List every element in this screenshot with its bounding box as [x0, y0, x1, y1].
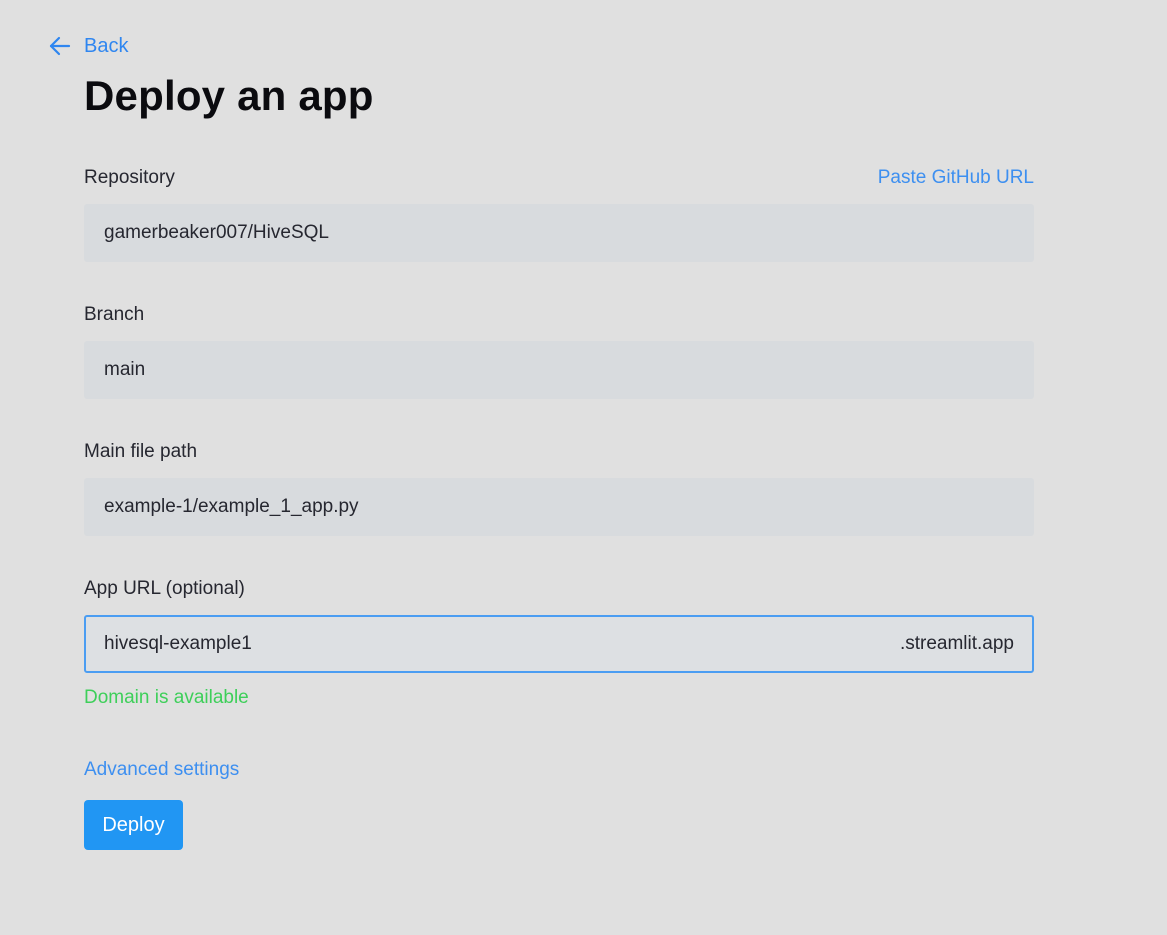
app-url-value: hivesql-example1	[104, 633, 252, 654]
repository-value: gamerbeaker007/HiveSQL	[104, 222, 329, 243]
main-file-input[interactable]: example-1/example_1_app.py	[84, 478, 1034, 536]
back-link[interactable]: Back	[48, 32, 128, 60]
main-file-label: Main file path	[84, 441, 198, 462]
branch-label-row: Branch	[84, 297, 1034, 333]
main-file-field-group: Main file path example-1/example_1_app.p…	[84, 434, 1034, 536]
branch-label: Branch	[84, 304, 145, 325]
paste-github-url-link[interactable]: Paste GitHub URL	[878, 167, 1034, 189]
main-file-value: example-1/example_1_app.py	[104, 496, 359, 517]
branch-value: main	[104, 359, 146, 380]
repository-field-group: Repository Paste GitHub URL gamerbeaker0…	[84, 160, 1034, 262]
app-url-label-row: App URL (optional)	[84, 571, 1034, 607]
app-url-input[interactable]: hivesql-example1 .streamlit.app	[84, 615, 1034, 673]
page-title: Deploy an app	[84, 72, 374, 119]
repository-label-row: Repository Paste GitHub URL	[84, 160, 1034, 196]
deploy-button[interactable]: Deploy	[84, 800, 183, 850]
repository-input[interactable]: gamerbeaker007/HiveSQL	[84, 204, 1034, 262]
repository-label: Repository	[84, 167, 175, 188]
branch-input[interactable]: main	[84, 341, 1034, 399]
arrow-left-icon	[48, 34, 72, 58]
advanced-settings-link[interactable]: Advanced settings	[84, 759, 239, 781]
back-label: Back	[84, 34, 129, 57]
app-url-field-group: App URL (optional) hivesql-example1 .str…	[84, 571, 1034, 673]
app-url-suffix: .streamlit.app	[899, 633, 1014, 654]
main-file-label-row: Main file path	[84, 434, 1034, 470]
domain-status-message: Domain is available	[84, 687, 249, 708]
app-url-label: App URL (optional)	[84, 578, 245, 599]
deploy-form: Repository Paste GitHub URL gamerbeaker0…	[84, 160, 1034, 781]
branch-field-group: Branch main	[84, 297, 1034, 399]
